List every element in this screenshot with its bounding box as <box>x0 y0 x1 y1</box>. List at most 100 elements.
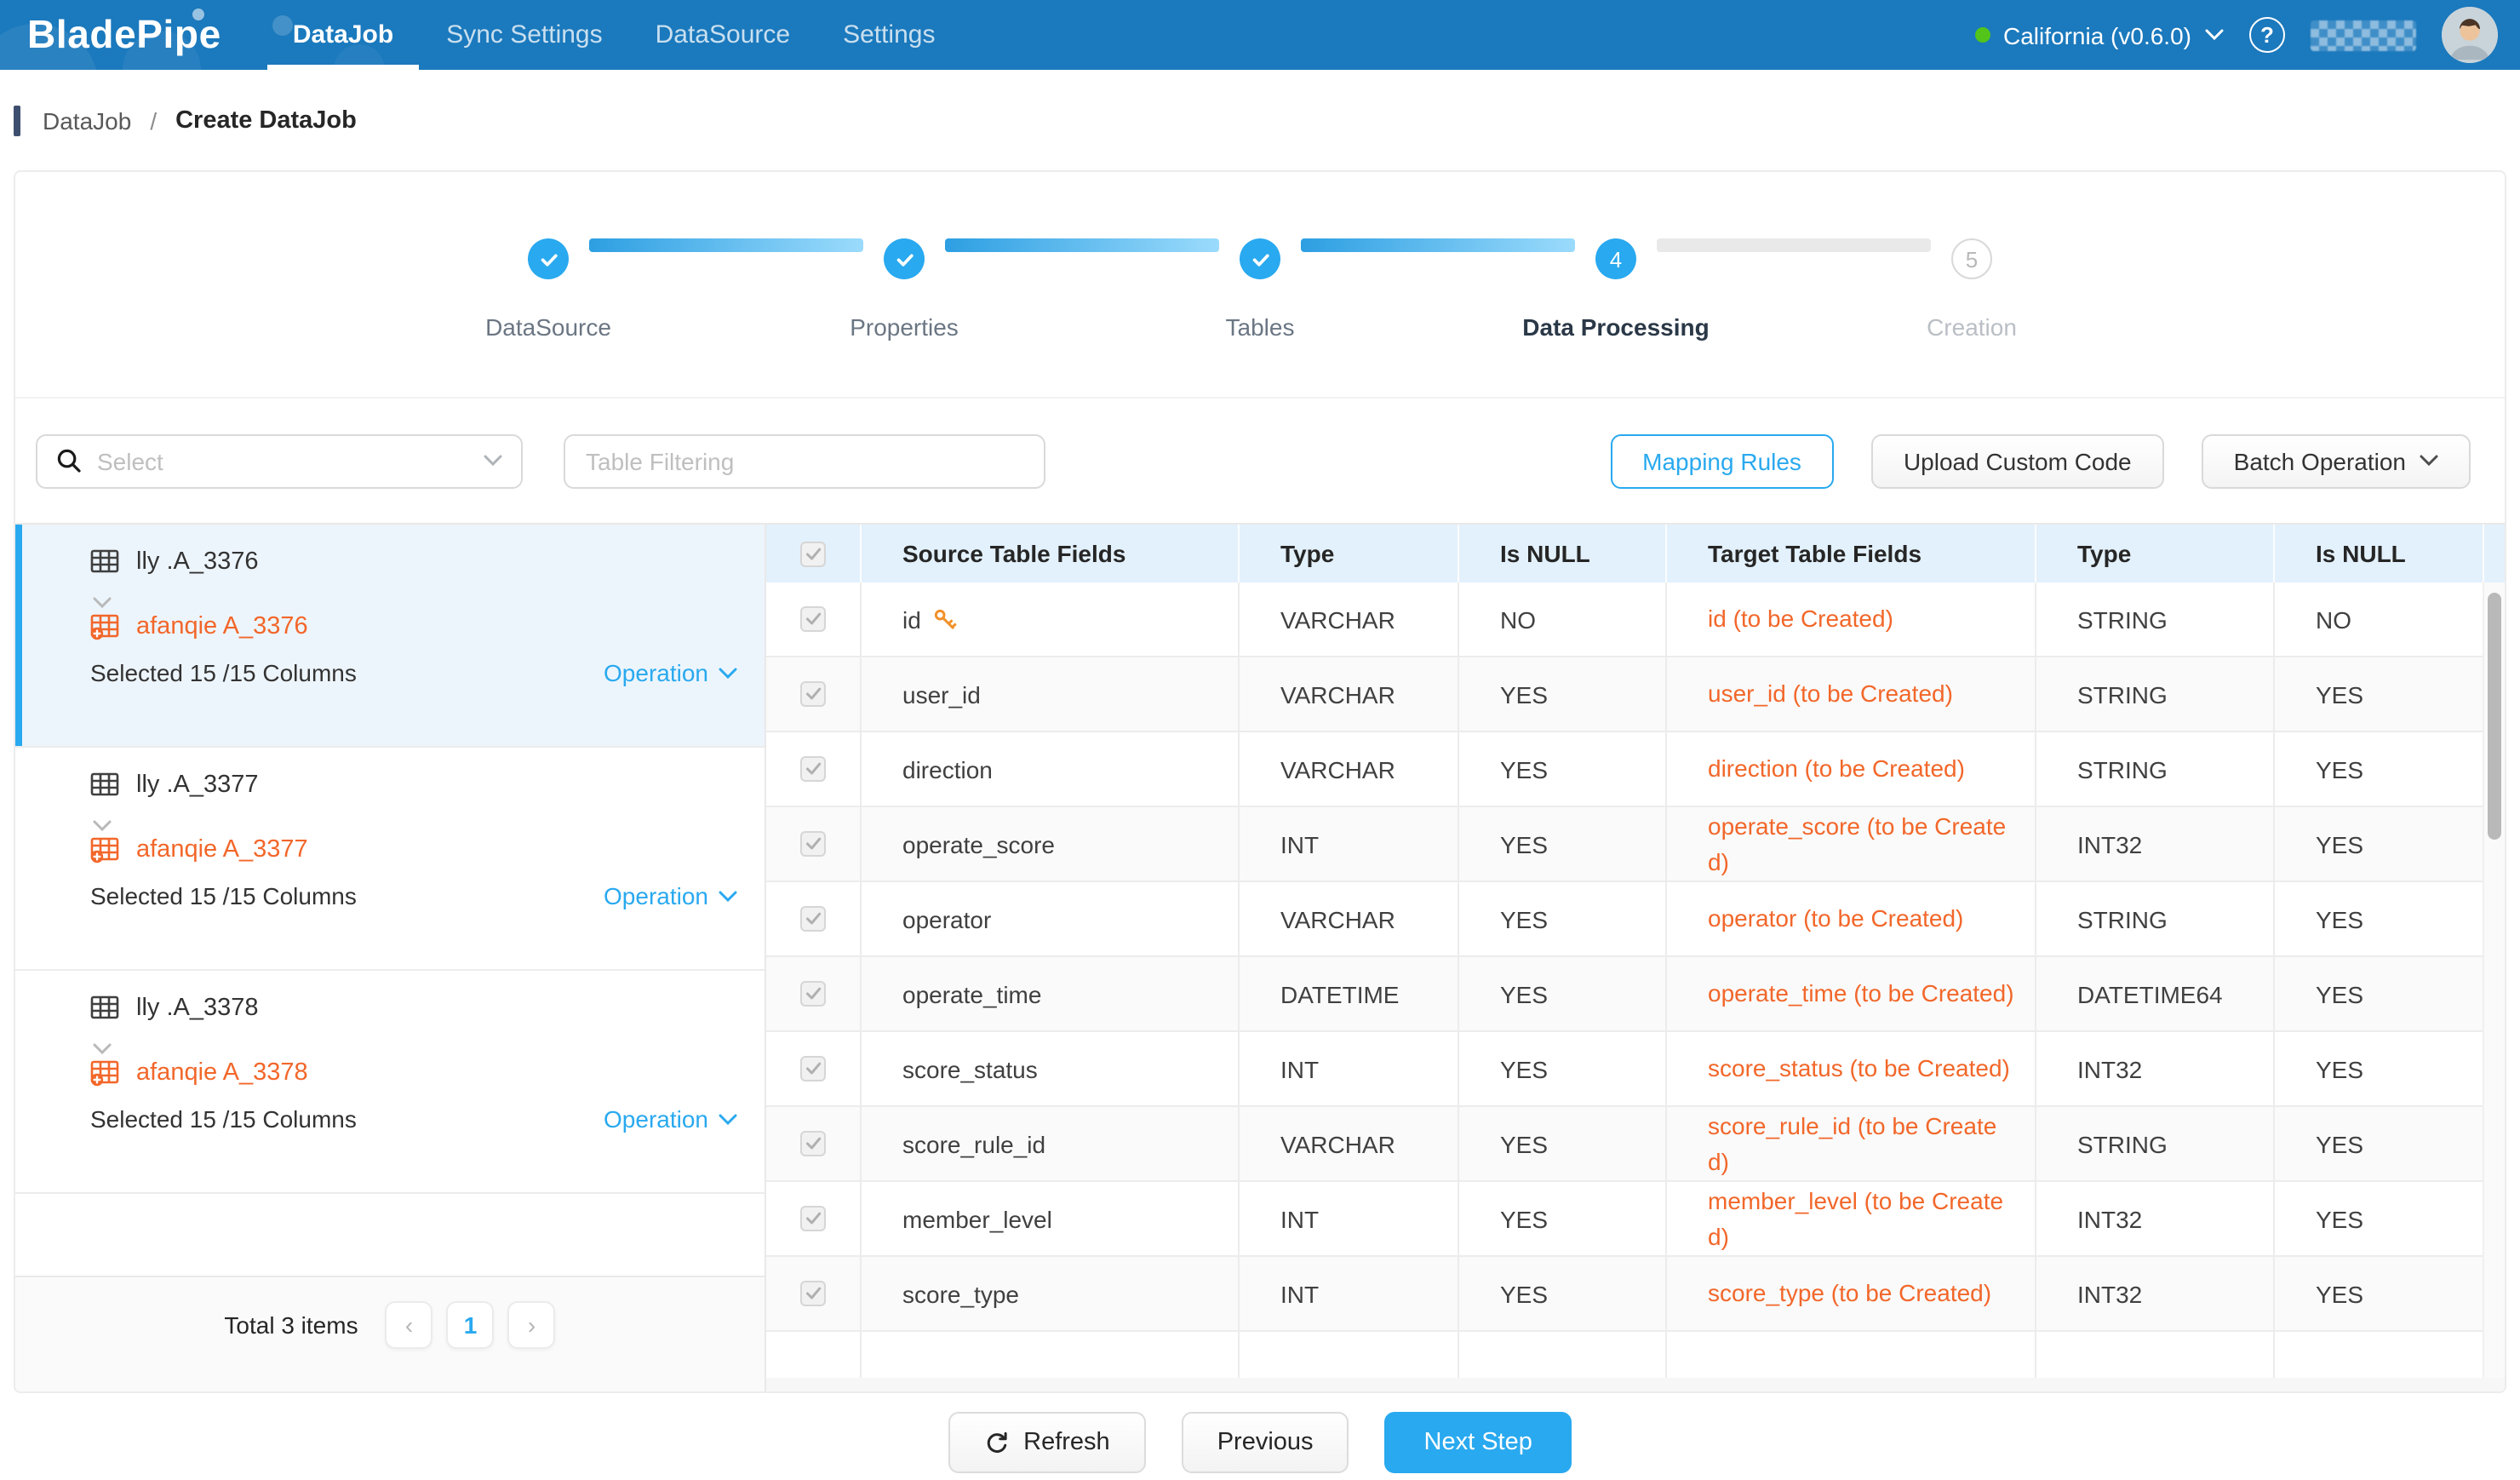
table-pair-item[interactable]: lly .A_3376afanqie A_3376Selected 15 /15… <box>15 525 765 748</box>
primary-key-icon <box>933 607 957 631</box>
source-field-cell: operator <box>862 882 1240 955</box>
row-checkbox-cell <box>766 732 862 806</box>
select-all-checkbox[interactable] <box>800 541 826 566</box>
source-type-cell: VARCHAR <box>1240 657 1459 731</box>
step-circle <box>1240 238 1280 279</box>
nav-item-settings[interactable]: Settings <box>843 0 935 70</box>
pagination-prev-button[interactable]: ‹ <box>386 1300 433 1348</box>
table-pair-list: lly .A_3376afanqie A_3376Selected 15 /15… <box>15 525 766 1391</box>
source-table-icon <box>90 993 119 1022</box>
operation-dropdown[interactable]: Operation <box>604 1105 737 1133</box>
expand-chevron[interactable] <box>92 588 737 603</box>
main-nav-links: DataJob Sync Settings DataSource Settings <box>293 0 936 70</box>
row-checkbox[interactable] <box>800 681 826 707</box>
row-checkbox-cell <box>766 657 862 731</box>
nav-right-cluster: California (v0.6.0) ? <box>1974 7 2520 63</box>
pagination-page-1[interactable]: 1 <box>447 1300 495 1348</box>
nav-item-sync-settings[interactable]: Sync Settings <box>446 0 602 70</box>
new-table-plus-icon <box>90 611 119 640</box>
target-isnull-cell: YES <box>2275 732 2484 806</box>
step-datasource: DataSource <box>528 238 569 279</box>
field-row: operate_scoreINTYESoperate_score (to be … <box>766 807 2505 882</box>
target-table-row: afanqie A_3376 <box>90 611 737 640</box>
vertical-scrollbar-track[interactable] <box>2483 582 2505 1378</box>
environment-selector[interactable]: California (v0.6.0) <box>1974 21 2224 49</box>
source-type-cell: DATETIME <box>1240 957 1459 1030</box>
row-checkbox[interactable] <box>800 981 826 1007</box>
source-table-icon <box>90 770 119 799</box>
previous-button[interactable]: Previous <box>1182 1412 1349 1473</box>
operation-label: Operation <box>604 659 708 686</box>
target-field-cell: score_type (to be Created) <box>1667 1257 2036 1330</box>
vertical-scrollbar-thumb[interactable] <box>2488 593 2501 840</box>
target-type-cell: STRING <box>2036 582 2275 656</box>
source-field-cell: score_status <box>862 1032 1240 1105</box>
upload-custom-code-button[interactable]: Upload Custom Code <box>1871 433 2164 488</box>
field-row: score_typeINTYESscore_type (to be Create… <box>766 1257 2505 1332</box>
target-isnull-cell: YES <box>2275 1182 2484 1255</box>
avatar[interactable] <box>2442 7 2498 63</box>
source-type-cell: VARCHAR <box>1240 1107 1459 1180</box>
next-step-button[interactable]: Next Step <box>1385 1412 1572 1473</box>
step-circle: 4 <box>1595 238 1636 279</box>
step-label: Data Processing <box>1522 313 1709 341</box>
row-checkbox[interactable] <box>800 1206 826 1231</box>
batch-operation-button[interactable]: Batch Operation <box>2202 433 2471 488</box>
mapping-rules-label: Mapping Rules <box>1642 447 1801 474</box>
app-logo[interactable]: BladePipe <box>27 12 221 58</box>
table-pair-item[interactable]: lly .A_3377afanqie A_3377Selected 15 /15… <box>15 748 765 971</box>
step-number: 5 <box>1966 246 1978 272</box>
source-table-icon <box>90 547 119 576</box>
expand-chevron[interactable] <box>92 1034 737 1049</box>
source-field-cell: id <box>862 582 1240 656</box>
row-checkbox-cell <box>766 1032 862 1105</box>
source-field-name: score_type <box>902 1280 1019 1307</box>
row-checkbox[interactable] <box>800 756 826 782</box>
target-field-cell: score_rule_id (to be Created) <box>1667 1107 2036 1180</box>
breadcrumb-parent-link[interactable]: DataJob <box>43 106 131 134</box>
checkmark-icon <box>805 546 822 561</box>
table-pair-item[interactable]: lly .A_3378afanqie A_3378Selected 15 /15… <box>15 971 765 1194</box>
nav-item-datajob[interactable]: DataJob <box>293 0 393 70</box>
checkmark-icon <box>805 911 822 926</box>
horizontal-scrollbar-track[interactable] <box>766 1378 2505 1391</box>
operation-label: Operation <box>604 882 708 909</box>
checkmark-icon <box>805 1286 822 1301</box>
breadcrumb-accent-bar <box>14 105 20 135</box>
row-checkbox[interactable] <box>800 606 826 632</box>
checkmark-icon <box>805 836 822 852</box>
step-connector <box>1301 238 1575 252</box>
table-filter-input[interactable] <box>564 433 1045 488</box>
expand-chevron[interactable] <box>92 811 737 826</box>
row-checkbox[interactable] <box>800 1056 826 1081</box>
row-checkbox-cell <box>766 882 862 955</box>
target-type-cell: STRING <box>2036 1107 2275 1180</box>
operation-dropdown[interactable]: Operation <box>604 659 737 686</box>
step-label: Tables <box>1226 313 1295 341</box>
checkmark-icon <box>805 1061 822 1076</box>
operation-dropdown[interactable]: Operation <box>604 882 737 909</box>
username-redacted <box>2311 20 2416 50</box>
checkmark-icon <box>805 611 822 627</box>
nav-item-datasource[interactable]: DataSource <box>656 0 790 70</box>
row-checkbox[interactable] <box>800 1131 826 1156</box>
step-label: Creation <box>1927 313 2017 341</box>
source-table-name: lly .A_3378 <box>136 994 259 1021</box>
refresh-button[interactable]: Refresh <box>948 1412 1146 1473</box>
avatar-face-icon <box>2442 7 2498 63</box>
source-isnull-cell: YES <box>1459 732 1667 806</box>
step-tables: Tables <box>1240 238 1280 279</box>
row-checkbox[interactable] <box>800 906 826 932</box>
field-mapping-table: Source Table FieldsTypeIs NULLTarget Tab… <box>766 525 2505 1391</box>
field-row: member_levelINTYESmember_level (to be Cr… <box>766 1182 2505 1257</box>
pagination-next-button[interactable]: › <box>508 1300 556 1348</box>
source-type-cell: VARCHAR <box>1240 582 1459 656</box>
row-checkbox[interactable] <box>800 1281 826 1306</box>
target-type-cell: INT32 <box>2036 1032 2275 1105</box>
source-isnull-cell: YES <box>1459 882 1667 955</box>
row-checkbox[interactable] <box>800 831 826 857</box>
chevron-down-icon <box>2205 29 2224 41</box>
datasource-select[interactable]: Select <box>36 433 523 488</box>
help-icon[interactable]: ? <box>2249 17 2285 53</box>
mapping-rules-button[interactable]: Mapping Rules <box>1610 433 1834 488</box>
